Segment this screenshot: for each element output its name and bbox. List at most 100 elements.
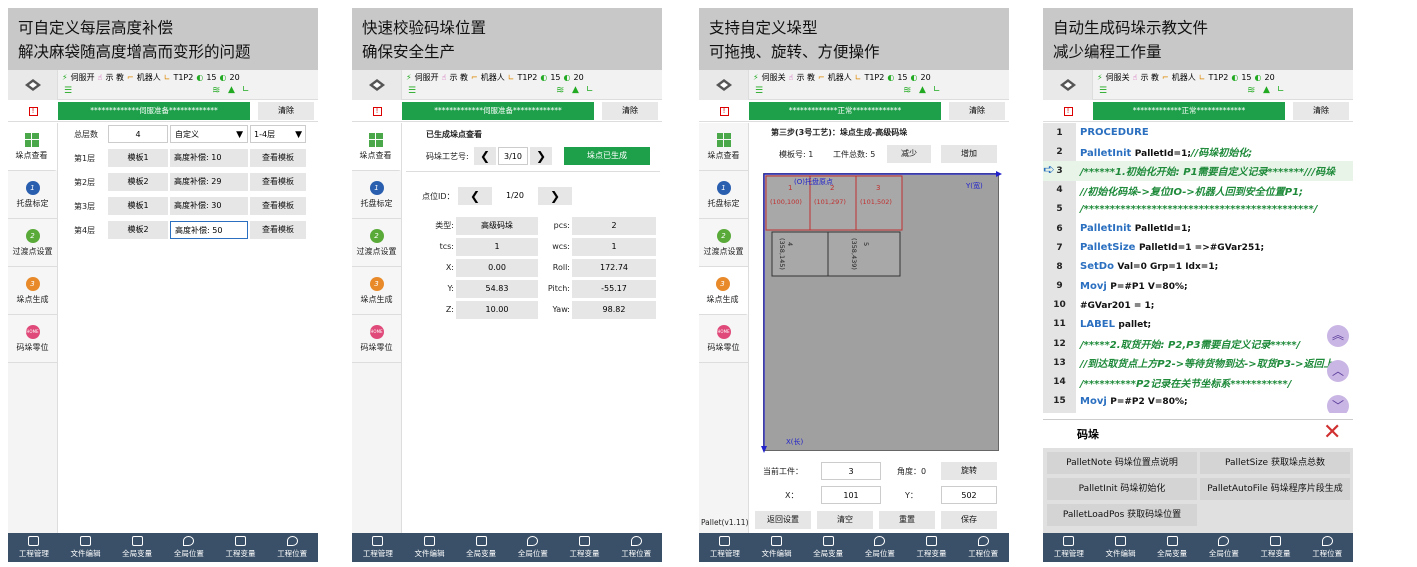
teach-mode[interactable]: 示 教 [106,72,125,83]
save-button[interactable]: 保存 [941,511,997,529]
tab-project-vars[interactable]: 工程变量 [215,533,267,562]
box-5[interactable] [827,231,901,277]
view-template-button[interactable]: 查看模板 [250,197,306,215]
teach-mode[interactable]: 示 教 [1141,72,1160,83]
clear-button[interactable]: 清除 [602,102,658,120]
tab-global-vars[interactable]: 全局变量 [1146,533,1198,562]
clear-button[interactable]: 清除 [1293,102,1349,120]
code-line[interactable]: 2 PalletInit PalletId=1;//码垛初始化; [1043,142,1353,161]
servo-status[interactable]: 伺服开 [415,72,439,83]
template-field[interactable]: 模板1 [108,197,168,215]
tab-project[interactable]: 工程管理 [699,533,751,562]
code-line[interactable]: 12 /*****2.取货开始: P2,P3需要自定义记录*****/ [1043,334,1353,353]
code-line[interactable]: 3 /******1.初始化开始: P1需要自定义记录*******///码垛 [1043,161,1353,180]
servo-status[interactable]: 伺服开 [71,72,95,83]
robot-label[interactable]: 机器人 [481,72,505,83]
servo-status[interactable]: 伺服关 [762,72,786,83]
view-template-button[interactable]: 查看模板 [250,221,306,239]
nav-item-points-view[interactable]: 垛点查看 [352,123,401,171]
teach-mode[interactable]: 示 教 [450,72,469,83]
tab-project-vars[interactable]: 工程变量 [559,533,611,562]
cmd-pallet-size[interactable]: PalletSize 获取垛点总数 [1200,452,1350,474]
tool-label[interactable]: T1P2 [1208,73,1228,82]
height-comp-field[interactable]: 高度补偿: 10 [170,149,248,167]
robot-label[interactable]: 机器人 [1172,72,1196,83]
total-layers-input[interactable]: 4 [108,125,168,143]
nav-item-points-view[interactable]: 垛点查看 [699,123,748,171]
nav-item-zero[interactable]: HOME 码垛零位 [699,315,748,363]
alarm-icon[interactable]: ! [8,100,58,122]
tool-label[interactable]: T1P2 [173,73,193,82]
nav-item-points-view[interactable]: 垛点查看 [8,123,57,171]
rotate-button[interactable]: 旋转 [941,462,997,480]
cmd-pallet-init[interactable]: PalletInit 码垛初始化 [1047,478,1197,500]
template-field[interactable]: 模板2 [108,173,168,191]
nav-item-pallet-calibration[interactable]: 1 托盘标定 [352,171,401,219]
tab-global-vars[interactable]: 全局变量 [455,533,507,562]
chevron-left-icon[interactable]: ❮ [458,187,492,205]
cmd-pallet-loadpos[interactable]: PalletLoadPos 获取码垛位置 [1047,504,1197,526]
cmd-pallet-autofile[interactable]: PalletAutoFile 码垛程序片段生成 [1200,478,1350,500]
view-template-button[interactable]: 查看模板 [250,173,306,191]
tool-label[interactable]: T1P2 [517,73,537,82]
servo-status[interactable]: 伺服关 [1106,72,1130,83]
code-line[interactable]: 14 /**********P2记录在关节坐标系***********/ [1043,372,1353,391]
chevron-right-icon[interactable]: ❯ [538,187,572,205]
tab-file-edit[interactable]: 文件编辑 [751,533,803,562]
tab-project-vars[interactable]: 工程变量 [1250,533,1302,562]
teach-mode[interactable]: 示 教 [797,72,816,83]
tab-global-vars[interactable]: 全局变量 [802,533,854,562]
nav-item-pallet-calibration[interactable]: 1 托盘标定 [8,171,57,219]
tab-project[interactable]: 工程管理 [1043,533,1095,562]
mode-select[interactable]: 自定义 ▼ [170,125,248,143]
template-field[interactable]: 模板1 [108,149,168,167]
code-line[interactable]: 13 //到达取货点上方P2->等待货物到达->取货P3->返回上 [1043,353,1353,372]
code-line[interactable]: 1 PROCEDURE [1043,123,1353,142]
nav-item-pallet-calibration[interactable]: 1 托盘标定 [699,171,748,219]
reduce-button[interactable]: 减少 [887,145,931,163]
code-editor[interactable]: ➪ 1 PROCEDURE 2 PalletInit PalletId=1;//码垛初… [1043,123,1353,413]
tab-project-pos[interactable]: 工程位置 [266,533,318,562]
tab-global-pos[interactable]: 全局位置 [507,533,559,562]
range-select[interactable]: 1-4层 ▼ [250,125,306,143]
code-line[interactable]: 7 PalletSize PalletId=1 =>#GVar251; [1043,238,1353,257]
close-icon[interactable]: ✕ [1323,420,1341,446]
nav-item-transition[interactable]: 2 过渡点设置 [699,219,748,267]
clear-button[interactable]: 清除 [949,102,1005,120]
code-line[interactable]: 11 LABEL pallet; [1043,315,1353,334]
back-button[interactable]: 返回设置 [755,511,811,529]
tab-global-pos[interactable]: 全局位置 [163,533,215,562]
tab-global-pos[interactable]: 全局位置 [1198,533,1250,562]
tab-file-edit[interactable]: 文件编辑 [1095,533,1147,562]
robot-label[interactable]: 机器人 [828,72,852,83]
code-line[interactable]: 10 #GVar201 = 1; [1043,296,1353,315]
nav-item-generate[interactable]: 3 垛点生成 [8,267,57,315]
add-button[interactable]: 增加 [941,145,997,163]
tab-project-pos[interactable]: 工程位置 [1301,533,1353,562]
tab-global-vars[interactable]: 全局变量 [111,533,163,562]
tab-file-edit[interactable]: 文件编辑 [60,533,112,562]
reset-button[interactable]: 重置 [879,511,935,529]
clear-layout-button[interactable]: 清空 [817,511,873,529]
tab-file-edit[interactable]: 文件编辑 [404,533,456,562]
tab-project[interactable]: 工程管理 [352,533,404,562]
tab-project[interactable]: 工程管理 [8,533,60,562]
scroll-down-icon[interactable]: ﹀ [1327,395,1349,413]
height-comp-field[interactable]: 高度补偿: 30 [170,197,248,215]
tab-project-pos[interactable]: 工程位置 [610,533,662,562]
nav-item-generate[interactable]: 3 垛点生成 [699,267,748,315]
chevron-left-icon[interactable]: ❮ [474,147,496,165]
scroll-top-icon[interactable]: ︽ [1327,325,1349,347]
code-line[interactable]: 5 /**************************************… [1043,200,1353,219]
code-line[interactable]: 9 Movj P=#P1 V=80%; [1043,277,1353,296]
view-template-button[interactable]: 查看模板 [250,149,306,167]
nav-item-generate[interactable]: 3 垛点生成 [352,267,401,315]
tab-global-pos[interactable]: 全局位置 [854,533,906,562]
height-comp-field[interactable]: 高度补偿: 29 [170,173,248,191]
tool-label[interactable]: T1P2 [864,73,884,82]
tab-project-vars[interactable]: 工程变量 [906,533,958,562]
y-input[interactable]: 502 [941,486,997,504]
code-line[interactable]: 6 PalletInit PalletId=1; [1043,219,1353,238]
robot-label[interactable]: 机器人 [137,72,161,83]
pallet-canvas[interactable]: 1 (100,100) 2 (101,297) 3 (101,502) (O)托… [761,171,1002,453]
